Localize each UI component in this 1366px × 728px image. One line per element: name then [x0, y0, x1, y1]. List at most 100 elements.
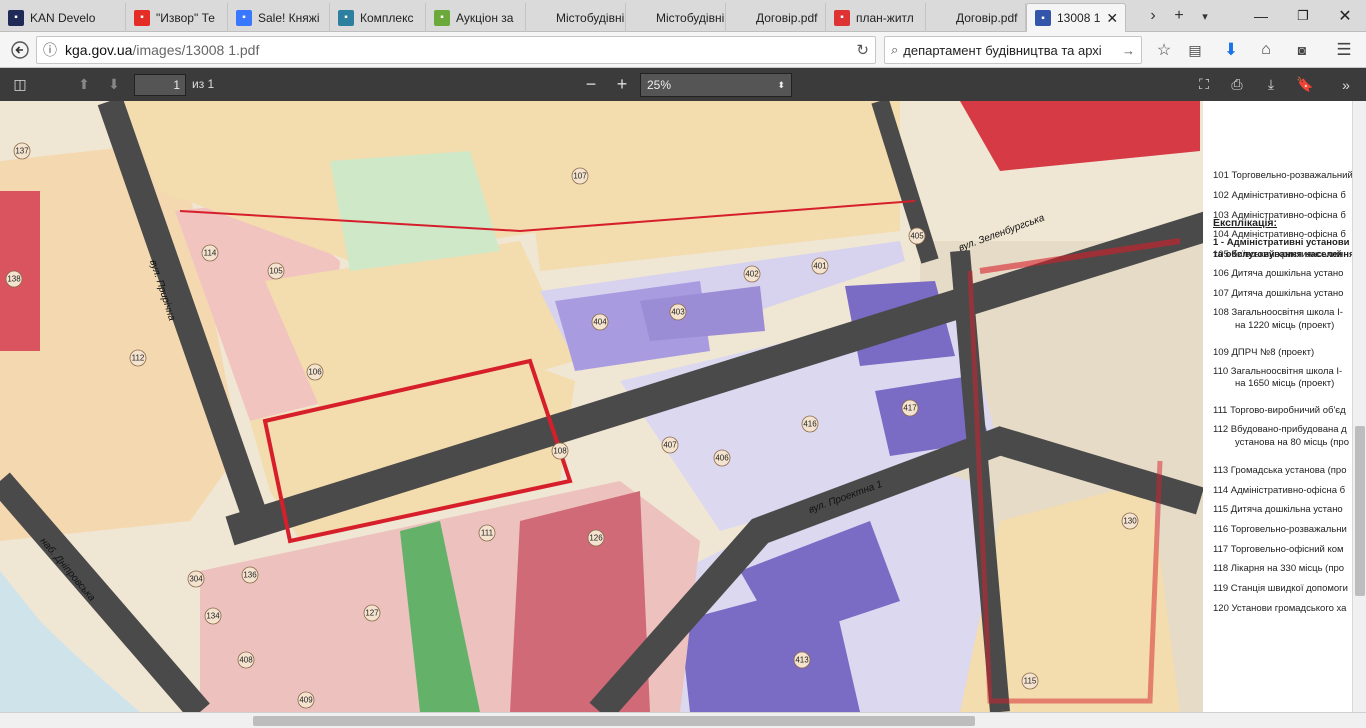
- pdf-toolbar: ◫ ⬆ ⬇ 1 из 1 − + 25% ⬍ ⛶ ⎙ ⤓ 🔖 »: [0, 68, 1366, 101]
- tab-3[interactable]: ▪ Sale! Княжі: [228, 3, 330, 32]
- sidebar-toggle-icon[interactable]: ◫: [6, 72, 34, 97]
- tab-9[interactable]: ▪ план-житл: [826, 3, 926, 32]
- zoom-out-button[interactable]: −: [577, 72, 605, 97]
- horizontal-scroll-thumb[interactable]: [253, 716, 975, 726]
- previous-page-icon[interactable]: ⬆: [70, 72, 98, 97]
- print-icon[interactable]: ⎙: [1223, 72, 1251, 97]
- legend-row: 111 Торгово-виробничий об'єд: [1213, 405, 1346, 416]
- svg-text:406: 406: [715, 454, 729, 463]
- svg-text:408: 408: [239, 656, 253, 665]
- tab-bar: ▪ KAN Develo ▪ "Извор" Те ▪ Sale! Княжі ▪ Компл…: [0, 0, 1366, 32]
- tab-label: Договір.pdf: [956, 10, 1018, 25]
- legend-row: 105 Київський християнський: [1213, 249, 1342, 260]
- back-button[interactable]: [6, 36, 34, 64]
- search-value: департамент будівництва та архі: [903, 42, 1102, 58]
- tab-label: Містобудівні у: [556, 10, 626, 25]
- legend-row: 108 Загальноосвітня школа І-: [1213, 307, 1343, 318]
- building-label-406: 406: [713, 449, 731, 467]
- building-label-114: 114: [201, 244, 219, 262]
- zoom-value: 25%: [647, 78, 672, 92]
- bookmark-star-icon[interactable]: ☆: [1150, 36, 1178, 64]
- building-label-403: 403: [669, 303, 687, 321]
- navigation-bar: ⓘ kga.gov.ua/images/13008 1.pdf ↻ ⌕ депа…: [0, 32, 1366, 68]
- tab-2[interactable]: ▪ "Извор" Те: [126, 3, 228, 32]
- tab-label: Містобудівні у: [656, 10, 726, 25]
- tab-label: Sale! Княжі: [258, 10, 320, 25]
- tab-4[interactable]: ▪ Комплекс: [330, 3, 426, 32]
- tab-label: KAN Develo: [30, 10, 96, 25]
- minimize-icon[interactable]: —: [1240, 8, 1282, 24]
- legend-row: 110 Загальноосвітня школа І-: [1213, 366, 1343, 377]
- svg-text:416: 416: [803, 420, 817, 429]
- zoom-select[interactable]: 25% ⬍: [640, 73, 792, 97]
- tab-label: план-житл: [856, 10, 914, 25]
- svg-text:108: 108: [553, 447, 567, 456]
- zoom-in-button[interactable]: +: [608, 72, 636, 97]
- legend-row: 106 Дитяча дошкільна устано: [1213, 268, 1344, 279]
- horizontal-scrollbar[interactable]: [0, 712, 1366, 728]
- kan-icon: ▪: [8, 9, 24, 26]
- svg-text:127: 127: [365, 609, 379, 618]
- tab-scroll-right-icon[interactable]: ›: [1140, 7, 1166, 25]
- tab-7[interactable]: Містобудівні у: [626, 3, 726, 32]
- maximize-icon[interactable]: ❐: [1282, 8, 1324, 24]
- site-info-icon[interactable]: ⓘ: [43, 40, 65, 60]
- fullscreen-icon[interactable]: ⛶: [1190, 72, 1218, 97]
- tab-label: "Извор" Те: [156, 10, 215, 25]
- pocket-icon[interactable]: ◙: [1288, 36, 1316, 64]
- svg-text:107: 107: [573, 172, 587, 181]
- url-bar[interactable]: ⓘ kga.gov.ua/images/13008 1.pdf ↻: [36, 36, 876, 64]
- search-go-icon[interactable]: →: [1122, 43, 1135, 58]
- building-label-127: 127: [363, 604, 381, 622]
- svg-text:402: 402: [745, 270, 759, 279]
- tab-11[interactable]: ▪ 13008 1 ✕: [1026, 3, 1126, 32]
- tab-6[interactable]: Містобудівні у: [526, 3, 626, 32]
- tab-10[interactable]: Договір.pdf: [926, 3, 1026, 32]
- downloads-icon[interactable]: ⬇: [1217, 36, 1245, 64]
- svg-text:304: 304: [189, 575, 203, 584]
- page-total: из 1: [192, 77, 215, 91]
- legend-row: 101 Торговельно-розважальний: [1213, 170, 1352, 181]
- reading-list-icon[interactable]: ▤: [1181, 36, 1209, 64]
- close-window-icon[interactable]: ✕: [1324, 6, 1366, 26]
- legend-row: на 1650 місць (проект): [1235, 378, 1335, 389]
- vertical-scrollbar[interactable]: [1352, 101, 1366, 712]
- pdf-icon: ▪: [834, 9, 850, 26]
- home-icon[interactable]: ⌂: [1252, 36, 1280, 64]
- svg-text:134: 134: [206, 612, 220, 621]
- building-label-416: 416: [801, 415, 819, 433]
- next-page-icon[interactable]: ⬇: [100, 72, 128, 97]
- building-label-417: 417: [901, 399, 919, 417]
- building-label-136: 136: [241, 566, 259, 584]
- bookmark-icon[interactable]: 🔖: [1291, 72, 1319, 97]
- building-label-413: 413: [793, 651, 811, 669]
- vertical-scroll-thumb[interactable]: [1355, 426, 1365, 596]
- close-tab-icon[interactable]: ✕: [1100, 10, 1118, 27]
- building-label-134: 134: [204, 607, 222, 625]
- menu-icon[interactable]: ☰: [1330, 36, 1358, 64]
- legend-row: на 1220 місць (проект): [1235, 320, 1335, 331]
- block-red-138: [0, 191, 40, 351]
- legend-row: 117 Торговельно-офісний ком: [1213, 544, 1344, 555]
- tools-icon[interactable]: »: [1332, 72, 1360, 97]
- reload-icon[interactable]: ↻: [856, 41, 869, 59]
- tab-5[interactable]: ▪ Аукціон за: [426, 3, 526, 32]
- tab-8[interactable]: Договір.pdf: [726, 3, 826, 32]
- pdf-viewer[interactable]: 137 138 114 105 112 106 107 108 402 401 405 404 403 4…: [0, 101, 1352, 712]
- youtube-icon: ▪: [134, 9, 150, 26]
- svg-text:136: 136: [243, 571, 257, 580]
- tab-controls: › + ▾: [1140, 0, 1218, 32]
- legend-row: 113 Громадська установа (про: [1213, 465, 1347, 476]
- legend-row: установа на 80 місць (про: [1235, 437, 1349, 448]
- svg-text:404: 404: [593, 318, 607, 327]
- tab-list-icon[interactable]: ▾: [1192, 10, 1218, 23]
- page-number-input[interactable]: 1: [134, 74, 186, 96]
- new-tab-button[interactable]: +: [1166, 7, 1192, 25]
- building-label-111: 111: [478, 524, 496, 542]
- tab-1[interactable]: ▪ KAN Develo: [0, 3, 126, 32]
- search-input[interactable]: ⌕ департамент будівництва та архі →: [884, 36, 1142, 64]
- save-pdf-icon[interactable]: ⤓: [1257, 72, 1285, 97]
- back-arrow-icon: [11, 41, 29, 59]
- search-icon: ⌕: [891, 42, 899, 57]
- select-arrows-icon: ⬍: [777, 80, 785, 90]
